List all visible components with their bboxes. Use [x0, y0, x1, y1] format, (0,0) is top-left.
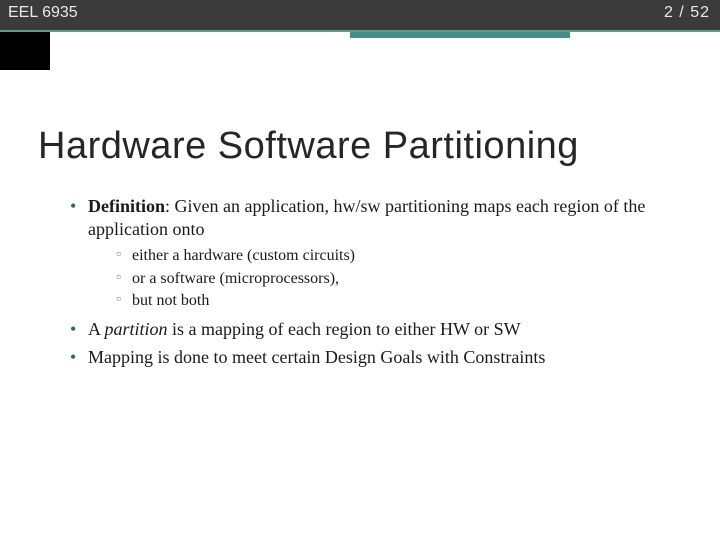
partition-term: partition	[105, 319, 168, 339]
page-sep: /	[674, 4, 690, 21]
sub-bullet-software: or a software (microprocessors),	[116, 269, 680, 290]
partition-pre: A	[88, 319, 105, 339]
sub-bullet-hardware: either a hardware (custom circuits)	[116, 246, 680, 267]
slide-header: EEL 6935 2 / 52	[0, 0, 720, 32]
definition-text: : Given an application, hw/sw partitioni…	[88, 196, 645, 239]
slide-title: Hardware Software Partitioning	[38, 125, 579, 168]
page-total: 52	[690, 4, 710, 21]
definition-label: Definition	[88, 196, 165, 216]
page-current: 2	[664, 4, 674, 21]
slide-body: Definition: Given an application, hw/sw …	[50, 195, 680, 373]
bullet-partition: A partition is a mapping of each region …	[70, 318, 680, 341]
accent-bar	[350, 32, 570, 38]
bullet-definition: Definition: Given an application, hw/sw …	[70, 195, 680, 312]
sub-bullet-notboth: but not both	[116, 291, 680, 312]
decorative-corner-box	[0, 32, 50, 70]
partition-post: is a mapping of each region to either HW…	[168, 319, 521, 339]
page-number: 2 / 52	[664, 4, 710, 22]
bullet-mapping: Mapping is done to meet certain Design G…	[70, 346, 680, 369]
course-code: EEL 6935	[8, 4, 78, 22]
